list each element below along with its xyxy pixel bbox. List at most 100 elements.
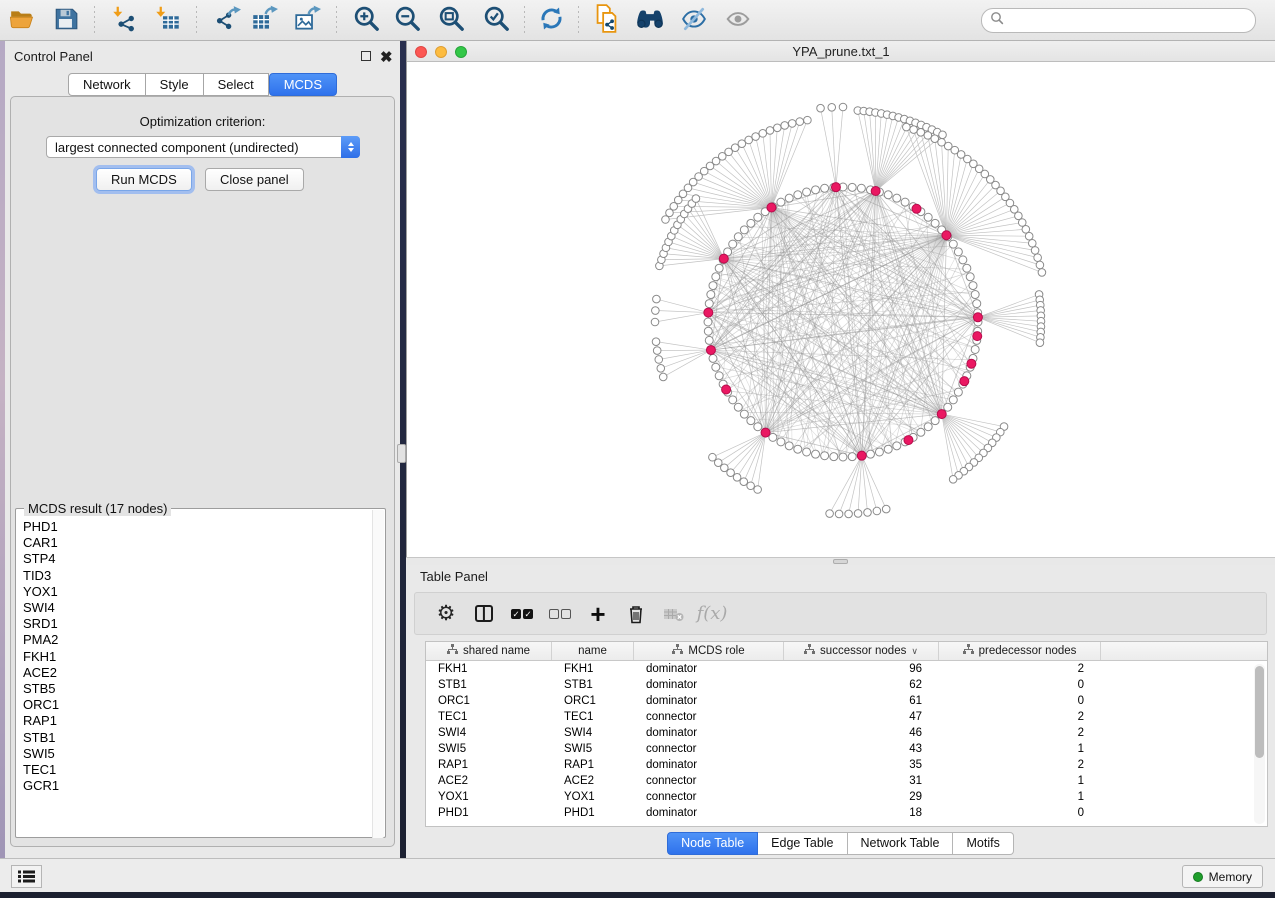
graph-node[interactable]	[939, 131, 947, 139]
mcds-graph-node[interactable]	[937, 410, 946, 419]
graph-node[interactable]	[651, 318, 659, 326]
graph-node[interactable]	[839, 103, 847, 111]
graph-node[interactable]	[884, 191, 892, 199]
graph-node[interactable]	[821, 184, 829, 192]
graph-node[interactable]	[655, 356, 663, 364]
graph-node[interactable]	[812, 186, 820, 194]
mcds-graph-node[interactable]	[761, 428, 770, 437]
network-search-button[interactable]	[632, 3, 668, 39]
graph-node[interactable]	[949, 396, 957, 404]
graph-node[interactable]	[828, 103, 836, 111]
graph-node[interactable]	[817, 104, 825, 112]
columns-icon[interactable]	[465, 605, 503, 622]
graph-node[interactable]	[754, 213, 762, 221]
graph-node[interactable]	[734, 403, 742, 411]
graph-node[interactable]	[705, 300, 713, 308]
graph-node[interactable]	[903, 123, 911, 131]
graph-node[interactable]	[652, 307, 660, 315]
graph-node[interactable]	[910, 126, 918, 134]
graph-node[interactable]	[759, 130, 767, 138]
graph-node[interactable]	[882, 505, 890, 513]
mcds-graph-node[interactable]	[857, 451, 866, 460]
graph-node[interactable]	[1038, 269, 1046, 277]
mcds-graph-node[interactable]	[973, 332, 982, 341]
graph-node[interactable]	[959, 256, 967, 264]
graph-node[interactable]	[652, 338, 660, 346]
table-scrollbar-thumb[interactable]	[1255, 666, 1264, 758]
mcds-graph-node[interactable]	[767, 203, 776, 212]
mcds-graph-node[interactable]	[831, 183, 840, 192]
graph-node[interactable]	[944, 403, 952, 411]
float-panel-icon[interactable]	[361, 51, 371, 61]
graph-node[interactable]	[963, 264, 971, 272]
graph-node[interactable]	[747, 219, 755, 227]
graph-node[interactable]	[854, 510, 862, 518]
close-panel-button[interactable]: Close panel	[205, 168, 304, 191]
graph-node[interactable]	[794, 445, 802, 453]
graph-node[interactable]	[712, 273, 720, 281]
mcds-graph-node[interactable]	[942, 231, 951, 240]
node-table-body[interactable]: FKH1FKH1dominator962STB1STB1dominator620…	[426, 661, 1267, 821]
node-table[interactable]: shared namenameMCDS rolesuccessor nodes∨…	[425, 641, 1268, 827]
tab-motifs[interactable]: Motifs	[953, 832, 1013, 855]
graph-node[interactable]	[1034, 254, 1042, 262]
mcds-result-item[interactable]: STB5	[23, 681, 373, 697]
close-panel-icon[interactable]: ✖	[380, 49, 393, 67]
table-row[interactable]: SWI4SWI4dominator462	[426, 725, 1267, 741]
graph-node[interactable]	[705, 336, 713, 344]
graph-node[interactable]	[657, 364, 665, 372]
graph-node[interactable]	[971, 345, 979, 353]
column-header-shared-name[interactable]: shared name	[426, 642, 552, 660]
mcds-result-item[interactable]: STP4	[23, 551, 373, 567]
graph-node[interactable]	[745, 136, 753, 144]
graph-node[interactable]	[839, 453, 847, 461]
tab-select[interactable]: Select	[204, 73, 269, 96]
graph-node[interactable]	[1022, 225, 1030, 233]
mcds-list-scrollbar[interactable]	[372, 510, 384, 838]
add-row-icon[interactable]: +	[579, 604, 617, 624]
graph-node[interactable]	[866, 450, 874, 458]
graph-node[interactable]	[1036, 339, 1044, 347]
mcds-result-item[interactable]: PMA2	[23, 632, 373, 648]
graph-node[interactable]	[740, 478, 748, 486]
graph-node[interactable]	[659, 373, 667, 381]
graph-node[interactable]	[729, 240, 737, 248]
table-scrollbar[interactable]	[1254, 664, 1265, 824]
graph-node[interactable]	[747, 417, 755, 425]
graph-node[interactable]	[785, 442, 793, 450]
tab-node-table[interactable]: Node Table	[667, 832, 758, 855]
graph-node[interactable]	[971, 291, 979, 299]
column-header-predecessor-nodes[interactable]: predecessor nodes	[939, 642, 1101, 660]
horizontal-splitter-grip[interactable]	[833, 559, 848, 564]
network-window-titlebar[interactable]: YPA_prune.txt_1	[407, 41, 1275, 62]
export-table-button[interactable]	[246, 3, 282, 39]
network-graph[interactable]	[407, 62, 1275, 557]
mcds-graph-node[interactable]	[719, 254, 728, 263]
clone-network-button[interactable]	[588, 3, 624, 39]
mcds-result-item[interactable]: SRD1	[23, 616, 373, 632]
graph-node[interactable]	[931, 417, 939, 425]
graph-node[interactable]	[704, 327, 712, 335]
graph-node[interactable]	[803, 448, 811, 456]
hide-glasses-button[interactable]	[676, 3, 712, 39]
tab-network[interactable]: Network	[68, 73, 146, 96]
graph-node[interactable]	[734, 233, 742, 241]
graph-node[interactable]	[712, 363, 720, 371]
memory-button[interactable]: Memory	[1182, 865, 1263, 888]
graph-node[interactable]	[709, 282, 717, 290]
graph-node[interactable]	[804, 116, 812, 124]
graph-node[interactable]	[747, 482, 755, 490]
graph-node[interactable]	[884, 445, 892, 453]
graph-node[interactable]	[949, 240, 957, 248]
graph-node[interactable]	[812, 450, 820, 458]
mcds-graph-node[interactable]	[704, 308, 713, 317]
graph-node[interactable]	[777, 438, 785, 446]
delete-row-icon[interactable]	[617, 604, 655, 624]
mcds-graph-node[interactable]	[706, 346, 715, 355]
column-header-name[interactable]: name	[552, 642, 634, 660]
mcds-result-item[interactable]: YOX1	[23, 584, 373, 600]
graph-node[interactable]	[924, 423, 932, 431]
graph-node[interactable]	[835, 510, 843, 518]
graph-node[interactable]	[924, 213, 932, 221]
graph-node[interactable]	[864, 509, 872, 517]
